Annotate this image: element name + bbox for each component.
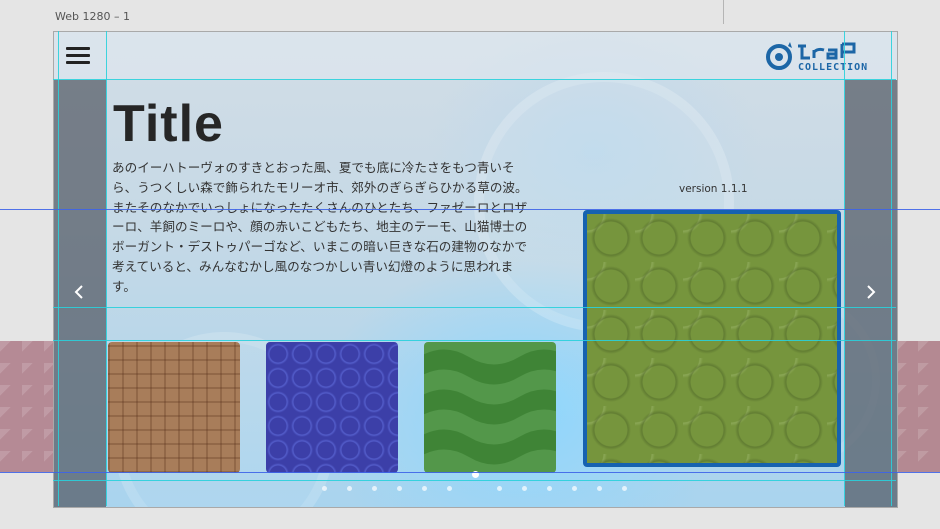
pagination-dot[interactable] [422,486,427,491]
guide-horizontal-3 [53,307,896,308]
pagination-dot[interactable] [372,486,377,491]
pagination-dot[interactable] [447,486,452,491]
guide-horizontal-1 [53,79,896,80]
guide-vertical-2 [106,31,107,506]
pagination-dot[interactable] [572,486,577,491]
page-title: Title [113,95,224,153]
logo-text: COLLECTION [798,62,869,73]
guide-vertical-4 [891,31,892,506]
version-label: version 1.1.1 [679,183,748,195]
pagination-dot[interactable] [522,486,527,491]
outside-tile-left-pink [0,341,60,472]
guide-horizontal-6 [53,480,896,481]
chevron-right-icon [867,285,876,299]
pagination-dot[interactable] [347,486,352,491]
next-button[interactable] [862,284,878,300]
pagination-dot[interactable] [497,486,502,491]
logo[interactable]: COLLECTION [766,40,886,74]
guide-horizontal-4 [53,340,896,341]
body-text: あのイーハトーヴォのすきとおった風、夏でも底に冷たさをもつ青いそら、うつくしい森… [112,160,528,294]
guide-horizontal-2 [0,209,940,210]
top-divider [723,0,724,24]
pagination-dot[interactable] [322,486,327,491]
guide-horizontal-5 [0,472,940,473]
menu-button[interactable] [66,47,90,65]
outside-tile-right-pink [896,341,940,472]
carousel-tile-blue[interactable] [266,342,398,473]
pagination-dot[interactable] [547,486,552,491]
artboard: COLLECTION Title あのイーハトーヴォのすきとおった風、夏でも底に… [53,31,898,508]
guide-vertical-1 [58,31,59,506]
pagination-dot[interactable] [622,486,627,491]
carousel-tile-selected[interactable] [583,210,841,467]
prev-button[interactable] [72,284,88,300]
wave-pattern [424,349,556,465]
hamburger-icon-bar [66,54,90,57]
carousel-tile-plaid[interactable] [108,342,240,473]
guide-vertical-3 [844,31,845,506]
header: COLLECTION [54,32,897,80]
pagination-dot[interactable] [597,486,602,491]
carousel-tile-wave[interactable] [424,342,556,473]
chevron-left-icon [74,285,83,299]
artboard-label: Web 1280 – 1 [55,10,130,23]
hamburger-icon [66,47,90,50]
pagination-dot[interactable] [397,486,402,491]
hamburger-icon-bar [66,61,90,64]
